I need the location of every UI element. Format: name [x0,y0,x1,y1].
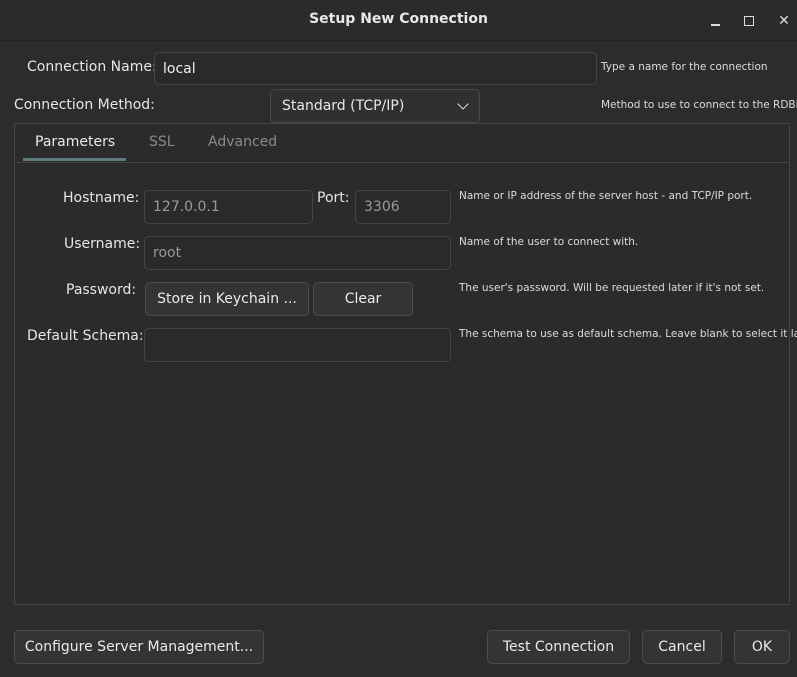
title-bar: Setup New Connection ✕ [0,0,797,41]
test-connection-button[interactable]: Test Connection [487,630,630,664]
connection-name-value: local [163,60,196,77]
clear-password-button[interactable]: Clear [313,282,413,316]
connection-name-label: Connection Name: [27,59,157,75]
maximize-icon[interactable] [738,10,760,32]
hostname-label: Hostname: [63,190,140,206]
active-tab-indicator [23,158,126,161]
tab-ssl[interactable]: SSL [149,134,175,150]
close-icon[interactable]: ✕ [773,10,795,32]
hostname-input[interactable]: 127.0.0.1 [144,190,313,224]
ok-button[interactable]: OK [734,630,790,664]
username-hint: Name of the user to connect with. [459,236,639,248]
connection-method-select[interactable]: Standard (TCP/IP) [270,89,480,123]
connection-method-hint: Method to use to connect to the RDBMS [601,99,797,111]
tab-advanced[interactable]: Advanced [208,134,277,150]
connection-name-input[interactable]: local [154,52,597,85]
hostname-hint: Name or IP address of the server host - … [459,190,753,202]
username-value: root [153,245,182,261]
cancel-button[interactable]: Cancel [642,630,722,664]
tab-parameters[interactable]: Parameters [35,134,115,150]
minimize-icon[interactable] [705,10,727,32]
hostname-value: 127.0.0.1 [153,199,220,215]
port-input[interactable]: 3306 [355,190,451,224]
connection-method-value: Standard (TCP/IP) [282,98,405,114]
password-label: Password: [66,282,137,298]
username-input[interactable]: root [144,236,451,270]
chevron-down-icon [457,98,469,110]
port-value: 3306 [364,199,400,215]
default-schema-input[interactable] [144,328,451,362]
port-label: Port: [317,190,350,206]
tab-bar: Parameters SSL Advanced [15,124,789,163]
username-label: Username: [64,236,141,252]
default-schema-label: Default Schema: [27,328,144,344]
connection-name-hint: Type a name for the connection [601,61,768,73]
window-title: Setup New Connection [309,11,488,27]
default-schema-hint: The schema to use as default schema. Lea… [459,328,797,340]
store-in-keychain-button[interactable]: Store in Keychain ... [145,282,309,316]
configure-server-management-button[interactable]: Configure Server Management... [14,630,264,664]
connection-method-label: Connection Method: [14,97,155,113]
password-hint: The user's password. Will be requested l… [459,282,765,294]
